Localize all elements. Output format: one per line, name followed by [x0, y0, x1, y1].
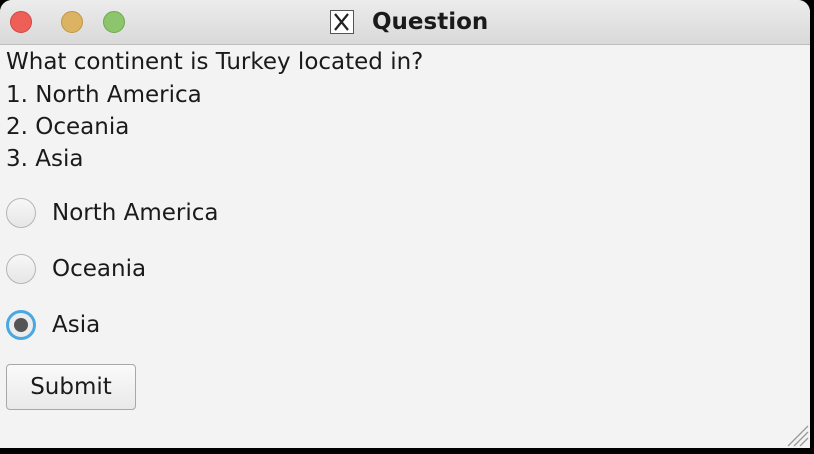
option-line: 2. Oceania [6, 114, 130, 140]
maximize-window-button[interactable] [103, 11, 125, 33]
submit-button[interactable]: Submit [6, 364, 136, 410]
option-line: 3. Asia [6, 146, 84, 172]
x11-app-icon [330, 10, 354, 34]
radio-label: Asia [52, 312, 101, 338]
option-line: 1. North America [6, 82, 202, 108]
answer-radio-north-america[interactable]: North America [6, 193, 219, 233]
radio-label: Oceania [52, 256, 147, 282]
question-text: What continent is Turkey located in? [6, 49, 424, 75]
radio-button[interactable] [6, 254, 36, 284]
radio-button-selected[interactable] [6, 310, 36, 340]
answer-radio-asia[interactable]: Asia [6, 305, 100, 345]
radio-label: North America [52, 200, 219, 226]
question-window: Question What continent is Turkey locate… [0, 0, 810, 448]
minimize-window-button[interactable] [61, 11, 83, 33]
radio-button[interactable] [6, 198, 36, 228]
close-window-button[interactable] [10, 11, 32, 33]
window-title: Question [372, 9, 489, 35]
answer-radio-oceania[interactable]: Oceania [6, 249, 146, 289]
resize-grip-icon[interactable] [782, 420, 810, 448]
title-bar[interactable]: Question [0, 0, 810, 45]
